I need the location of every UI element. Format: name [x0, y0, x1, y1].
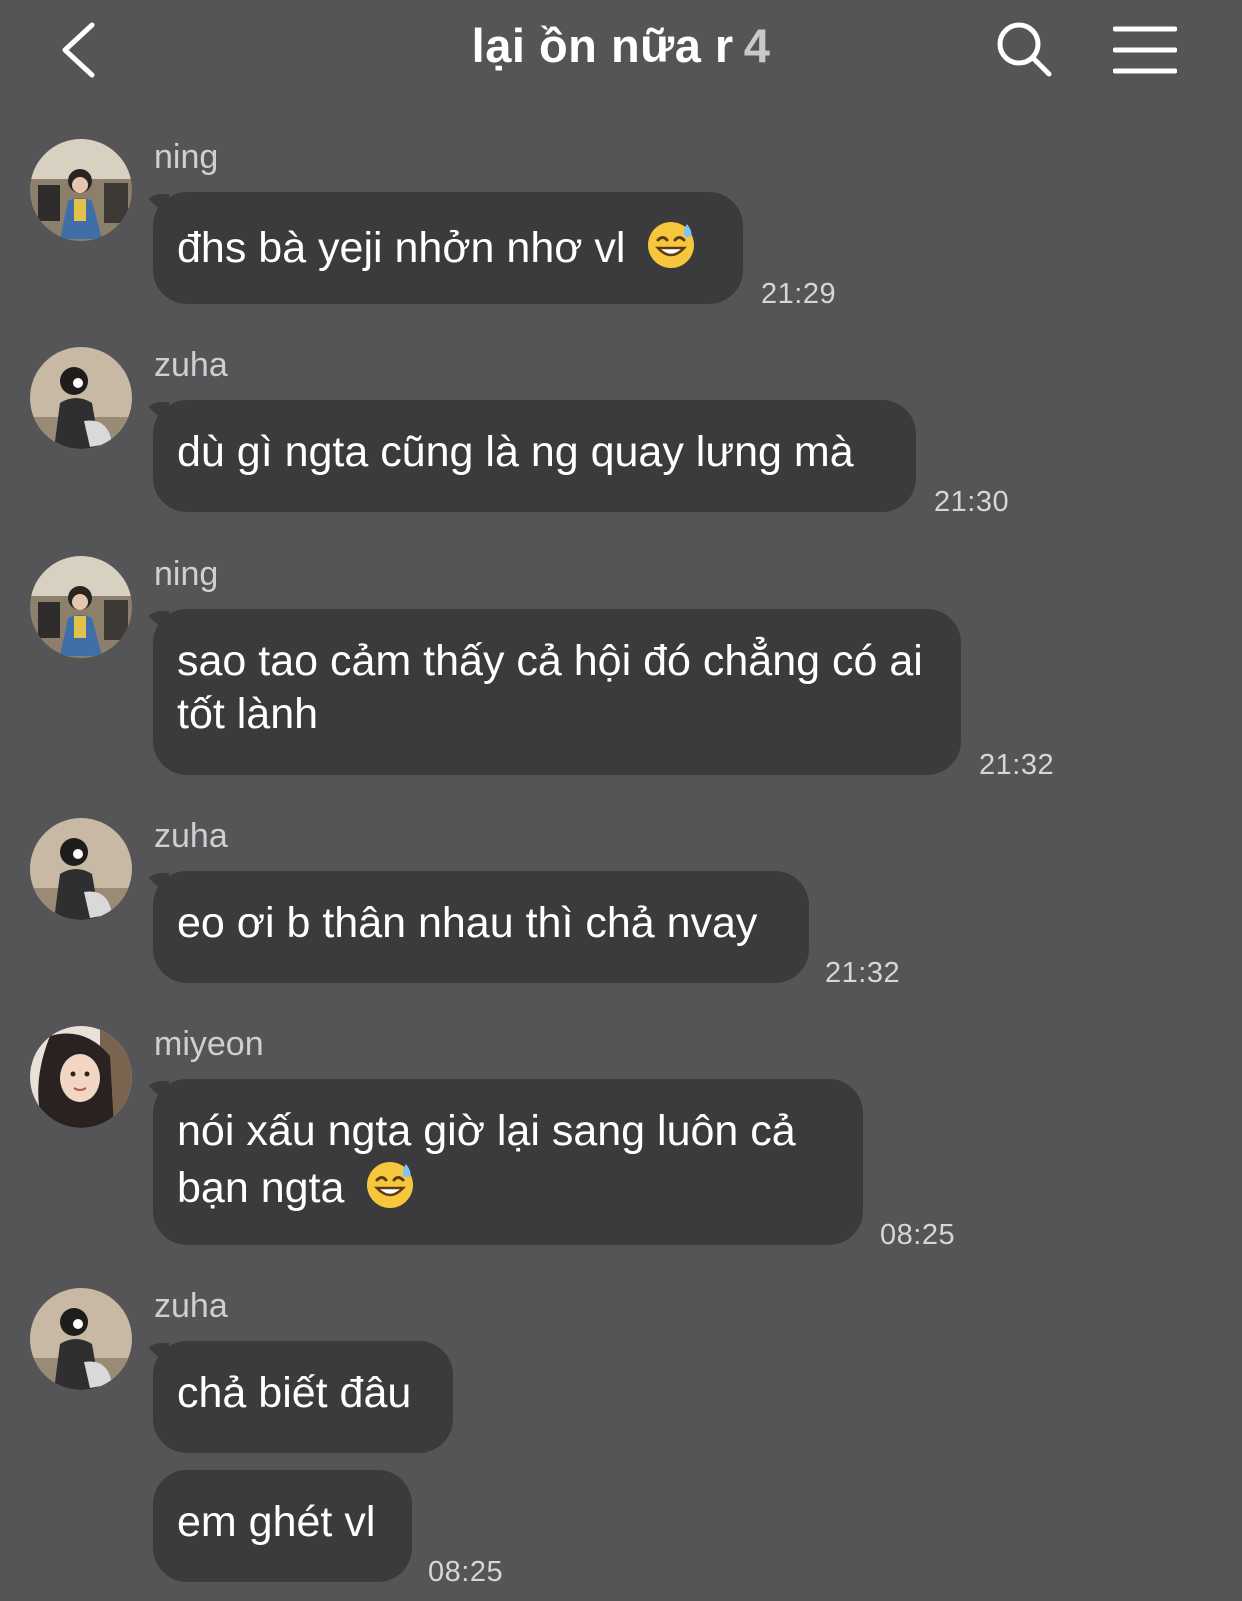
menu-button[interactable] — [1112, 24, 1178, 76]
profile-photo — [30, 818, 132, 920]
message-text: dù gì ngta cũng là ng quay lưng mà — [177, 428, 854, 476]
message-bubble[interactable]: chả biết đâu — [153, 1341, 453, 1453]
message-text: nói xấu ngta giờ lại sang luôn cả bạn ng… — [177, 1107, 796, 1212]
sender-name: ning — [154, 555, 219, 593]
message-bubble[interactable]: đhs bà yeji nhởn nhơ vl — [153, 192, 743, 304]
avatar-miyeon[interactable] — [30, 1026, 132, 1128]
message-text: sao tao cảm thấy cả hội đó chẳng có ai t… — [177, 637, 923, 738]
avatar-zuha[interactable] — [30, 1288, 132, 1390]
avatar-ning[interactable] — [30, 139, 132, 241]
message-text: em ghét vl — [177, 1498, 376, 1546]
message-text: eo ơi b thân nhau thì chả nvay — [177, 899, 758, 947]
message-text: chả biết đâu — [177, 1369, 412, 1417]
message-bubble[interactable]: nói xấu ngta giờ lại sang luôn cả bạn ng… — [153, 1079, 863, 1245]
chat-header: lại ồn nữa r4 — [0, 0, 1242, 100]
profile-photo — [30, 1026, 132, 1128]
sender-name: ning — [154, 138, 219, 176]
message-time: 21:30 — [934, 486, 1010, 518]
search-icon — [997, 22, 1052, 77]
sender-name: zuha — [154, 346, 228, 384]
avatar-zuha[interactable] — [30, 818, 132, 920]
profile-photo — [30, 556, 132, 658]
avatar-zuha[interactable] — [30, 347, 132, 449]
sweat-smile-emoji-icon — [367, 1162, 414, 1208]
profile-photo — [30, 347, 132, 449]
avatar-ning[interactable] — [30, 556, 132, 658]
message-time: 08:25 — [880, 1219, 956, 1251]
message-time: 21:32 — [825, 957, 901, 989]
message-bubble[interactable]: em ghét vl — [153, 1470, 412, 1582]
message-text: đhs bà yeji nhởn nhơ vl — [177, 224, 626, 272]
sender-name: miyeon — [154, 1025, 264, 1063]
member-count: 4 — [743, 19, 771, 72]
chat-title: lại ồn nữa r4 — [0, 18, 1242, 73]
message-bubble[interactable]: sao tao cảm thấy cả hội đó chẳng có ai t… — [153, 609, 961, 775]
message-time: 21:32 — [979, 749, 1055, 781]
sweat-smile-emoji-icon — [648, 222, 695, 268]
message-bubble[interactable]: dù gì ngta cũng là ng quay lưng mà — [153, 400, 916, 512]
message-time: 21:29 — [761, 278, 837, 310]
profile-photo — [30, 139, 132, 241]
chat-name: lại ồn nữa r — [471, 19, 734, 72]
search-button[interactable] — [995, 20, 1055, 80]
profile-photo — [30, 1288, 132, 1390]
message-bubble[interactable]: eo ơi b thân nhau thì chả nvay — [153, 871, 809, 983]
sender-name: zuha — [154, 817, 228, 855]
sender-name: zuha — [154, 1287, 228, 1325]
message-time: 08:25 — [428, 1556, 504, 1588]
hamburger-menu-icon — [1112, 26, 1178, 74]
